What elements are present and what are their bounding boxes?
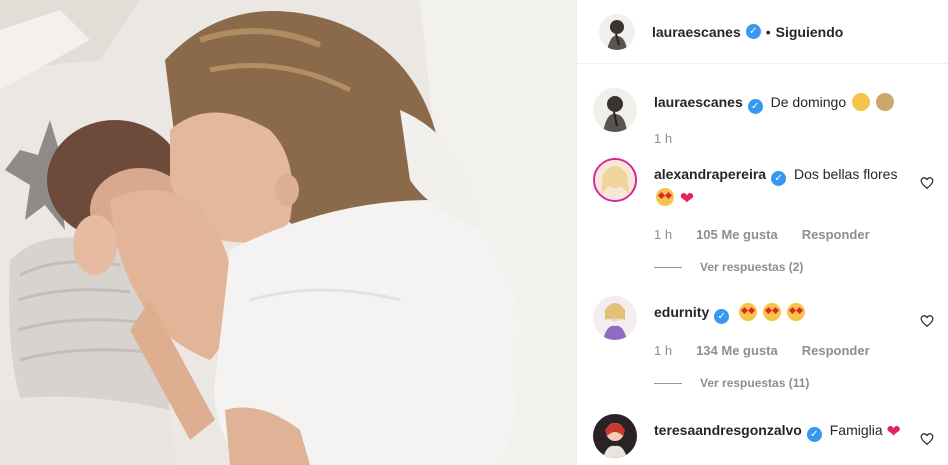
- emoji-baby-icon: [875, 93, 894, 111]
- comment-likes[interactable]: 105 Me gusta: [696, 224, 778, 246]
- emoji-heart-icon: ❤: [886, 422, 901, 442]
- caption-username[interactable]: lauraescanes: [654, 94, 743, 110]
- caption-meta: 1 h: [654, 128, 904, 150]
- commenter-username[interactable]: alexandrapereira: [654, 166, 766, 182]
- emoji-star-eyes-icon: [656, 188, 674, 206]
- post-photo[interactable]: [0, 0, 576, 465]
- comment-item: edurnity ✓ 1 h 134 Me gusta Responder Ver…: [593, 296, 938, 394]
- reply-button[interactable]: Responder: [802, 224, 870, 246]
- emoji-star-eyes-icon: [763, 303, 782, 321]
- emoji-heart-icon: ❤: [679, 189, 695, 209]
- commenter-username[interactable]: edurnity: [654, 304, 709, 320]
- caption: lauraescanes ✓ De domingo 1 h: [593, 88, 938, 150]
- view-replies-label: Ver respuestas (2): [700, 260, 804, 274]
- caption-text: De domingo: [770, 94, 847, 110]
- replies-divider: [654, 382, 682, 384]
- emoji-face-icon: [852, 93, 871, 111]
- caption-time[interactable]: 1 h: [654, 128, 672, 150]
- comment-time[interactable]: 1 h: [654, 224, 672, 246]
- author-username[interactable]: lauraescanes: [652, 24, 741, 40]
- comment-likes[interactable]: 134 Me gusta: [696, 340, 778, 362]
- comment-item: alexandrapereira ✓ Dos bellas flores ❤ 1 …: [593, 158, 938, 278]
- like-heart-icon[interactable]: [920, 176, 934, 190]
- verified-badge-icon: ✓: [714, 309, 730, 324]
- view-replies-button[interactable]: Ver respuestas (2): [654, 256, 904, 278]
- like-heart-icon[interactable]: [920, 314, 934, 328]
- verified-badge-icon: ✓: [771, 171, 787, 186]
- verified-badge-icon: ✓: [745, 24, 761, 39]
- separator-dot: •: [765, 23, 771, 40]
- comment-meta: 1 h 134 Me gusta Responder: [654, 340, 904, 362]
- comment-text: Famiglia: [829, 422, 883, 438]
- post-image: [0, 0, 576, 465]
- verified-badge-icon: ✓: [747, 99, 763, 114]
- emoji-star-eyes-icon: [739, 303, 758, 321]
- emoji-star-eyes-icon: [786, 303, 805, 321]
- view-replies-button[interactable]: Ver respuestas (11): [654, 372, 904, 394]
- replies-divider: [654, 266, 682, 268]
- post-header: lauraescanes ✓ • Siguiendo: [577, 0, 948, 64]
- like-heart-icon[interactable]: [920, 432, 934, 446]
- commenter-avatar[interactable]: [593, 414, 637, 458]
- comment-text: Dos bellas flores: [793, 166, 898, 182]
- follow-button[interactable]: Siguiendo: [776, 24, 844, 40]
- view-replies-label: Ver respuestas (11): [700, 376, 810, 390]
- comments-panel: lauraescanes ✓ • Siguiendo lauraescanes ✓…: [576, 0, 948, 465]
- comment-meta: 1 h 105 Me gusta Responder: [654, 224, 904, 246]
- verified-badge-icon: ✓: [806, 427, 822, 442]
- reply-button[interactable]: Responder: [802, 340, 870, 362]
- commenter-avatar[interactable]: [593, 296, 637, 340]
- comment-item: teresaandresgonzalvo ✓ Famiglia ❤: [593, 414, 938, 458]
- commenter-avatar[interactable]: [593, 158, 637, 202]
- comment-time[interactable]: 1 h: [654, 340, 672, 362]
- author-avatar[interactable]: [599, 13, 635, 50]
- commenter-username[interactable]: teresaandresgonzalvo: [654, 422, 802, 438]
- author-avatar[interactable]: [593, 88, 637, 132]
